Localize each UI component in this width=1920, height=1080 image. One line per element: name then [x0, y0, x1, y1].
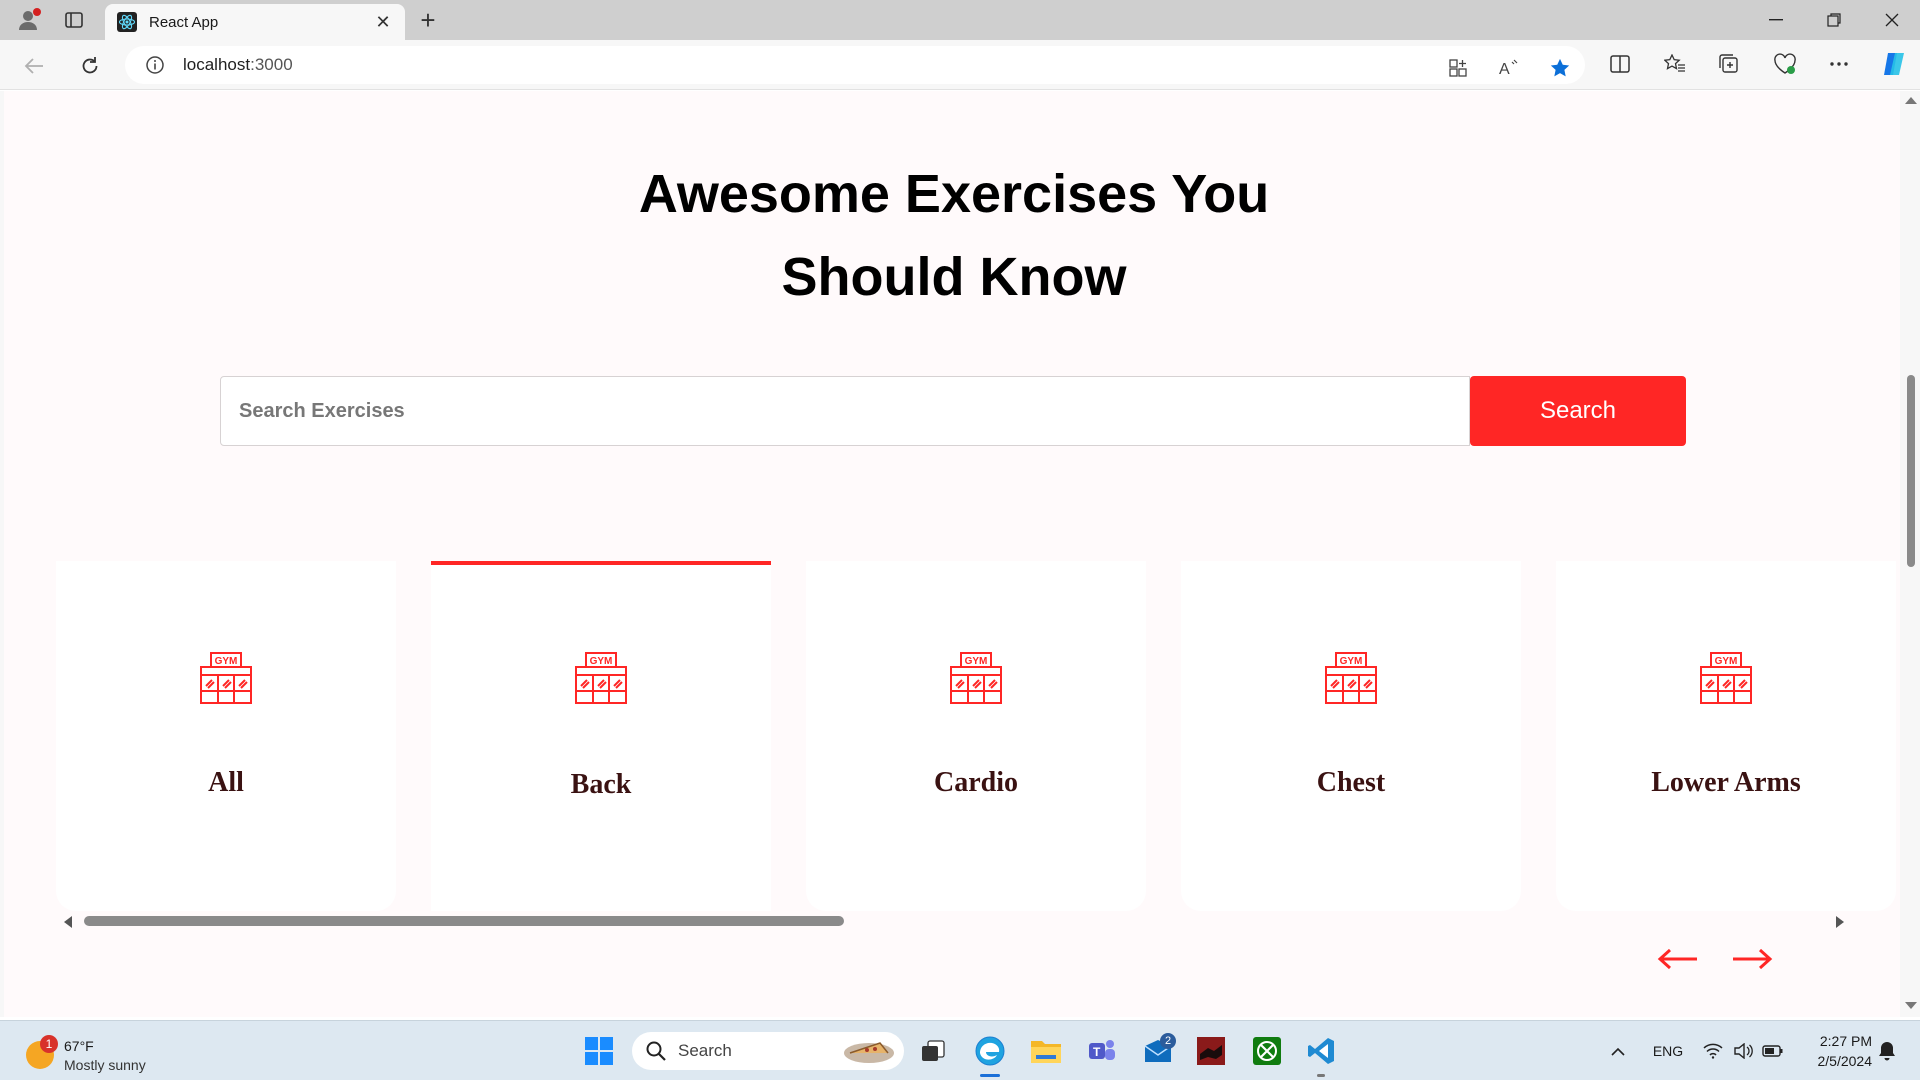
category-label: All: [208, 767, 244, 798]
gym-icon: GYM: [1324, 651, 1378, 705]
browser-essentials-icon[interactable]: [1771, 50, 1799, 78]
scroll-left-arrow-icon[interactable]: [64, 916, 72, 928]
system-clock[interactable]: 2:27 PM 2/5/2024: [1796, 1031, 1873, 1071]
copilot-icon[interactable]: [1878, 48, 1910, 80]
battery-icon[interactable]: [1760, 1031, 1786, 1071]
react-icon: [117, 12, 137, 32]
category-card-chest[interactable]: GYM Chest: [1181, 561, 1521, 911]
url-text: localhost:3000: [183, 55, 293, 75]
app-available-icon[interactable]: [1445, 55, 1471, 81]
more-options-icon[interactable]: [1825, 50, 1853, 78]
close-tab-icon[interactable]: ✕: [373, 12, 393, 32]
start-windows-icon[interactable]: [579, 1031, 619, 1071]
taskbar-search-icon: [646, 1041, 666, 1061]
address-toolbar: localhost:3000 A: [0, 40, 1920, 90]
read-aloud-icon[interactable]: A: [1497, 55, 1523, 81]
favorites-icon[interactable]: [1661, 50, 1689, 78]
carousel-right-arrow-icon[interactable]: [1728, 939, 1776, 979]
page-vertical-scrollbar[interactable]: [1900, 91, 1920, 1017]
gym-icon: GYM: [949, 651, 1003, 705]
weather-temp: 67°F: [64, 1038, 94, 1054]
restore-icon[interactable]: [1806, 0, 1862, 40]
url-port: :3000: [250, 55, 293, 74]
vertical-scrollbar-thumb[interactable]: [1907, 375, 1915, 567]
category-card-lower-arms[interactable]: GYM Lower Arms: [1556, 561, 1896, 911]
svg-text:GYM: GYM: [215, 656, 238, 667]
scroll-right-arrow-icon[interactable]: [1836, 916, 1844, 928]
task-view-icon[interactable]: [913, 1031, 953, 1071]
show-hidden-icons-chevron-icon[interactable]: [1604, 1031, 1632, 1071]
browser-titlebar: React App ✕ +: [0, 0, 1920, 40]
taskbar-search-label: Search: [678, 1041, 732, 1060]
file-explorer-icon[interactable]: [1026, 1031, 1066, 1071]
mail-icon[interactable]: 2: [1138, 1031, 1178, 1071]
category-label: Chest: [1316, 767, 1386, 798]
minimize-icon[interactable]: [1748, 0, 1804, 40]
windows-taskbar: 1 67°F Mostly sunny Search T 2 ENG 2:27 …: [0, 1020, 1920, 1080]
dark-app-icon[interactable]: [1191, 1031, 1231, 1071]
browser-tab[interactable]: React App ✕: [105, 4, 405, 40]
new-tab-icon[interactable]: +: [414, 5, 442, 35]
scroll-up-arrow-icon[interactable]: [1905, 97, 1917, 104]
mail-badge: 2: [1160, 1033, 1176, 1049]
xbox-icon[interactable]: [1247, 1031, 1287, 1071]
teams-icon[interactable]: T: [1082, 1031, 1122, 1071]
category-label: Lower Arms: [1651, 767, 1801, 798]
vscode-icon[interactable]: [1301, 1031, 1341, 1077]
close-window-icon[interactable]: [1864, 0, 1920, 40]
gym-icon: GYM: [574, 651, 628, 705]
category-card-all[interactable]: GYM All: [56, 561, 396, 911]
weather-desc: Mostly sunny: [64, 1057, 146, 1073]
svg-text:T: T: [1093, 1045, 1101, 1059]
edge-active-indicator: [980, 1074, 1000, 1077]
category-card-cardio[interactable]: GYM Cardio: [806, 561, 1146, 911]
url-bar[interactable]: localhost:3000 A: [125, 46, 1585, 84]
page-title-line-1: Awesome Exercises You: [638, 164, 1270, 224]
favorite-star-icon[interactable]: [1547, 55, 1573, 81]
scroll-down-arrow-icon[interactable]: [1905, 1002, 1917, 1009]
scrollbar-thumb[interactable]: [84, 916, 844, 926]
volume-icon[interactable]: [1730, 1031, 1756, 1071]
search-highlight-pie-icon: [842, 1037, 896, 1065]
profile-avatar-icon[interactable]: [12, 6, 44, 34]
url-host: localhost: [183, 55, 251, 74]
info-icon[interactable]: [145, 55, 165, 75]
category-card-back[interactable]: GYM Back: [431, 561, 771, 911]
notifications-bell-icon[interactable]: [1874, 1031, 1900, 1071]
svg-text:GYM: GYM: [1340, 656, 1363, 667]
refresh-icon[interactable]: [74, 50, 106, 82]
split-screen-icon[interactable]: [1606, 50, 1634, 78]
search-exercises-input[interactable]: [220, 376, 1470, 446]
body-part-carousel: GYM All GYM Back GYM Cardio GYM Chest GYM Lower A…: [56, 561, 1896, 916]
tab-actions-icon[interactable]: [60, 8, 88, 32]
collections-icon[interactable]: [1716, 50, 1744, 78]
svg-text:A: A: [1499, 61, 1510, 77]
category-label: Back: [570, 769, 632, 800]
edge-browser-icon[interactable]: [970, 1031, 1010, 1077]
carousel-horizontal-scrollbar[interactable]: [64, 912, 1844, 930]
tab-title: React App: [149, 13, 219, 31]
wifi-icon[interactable]: [1700, 1031, 1726, 1071]
gym-icon: GYM: [199, 651, 253, 705]
weather-widget[interactable]: 1 67°F Mostly sunny: [24, 1029, 184, 1073]
svg-text:GYM: GYM: [965, 656, 988, 667]
taskbar-search-box[interactable]: Search: [632, 1032, 904, 1070]
back-arrow-icon[interactable]: [18, 50, 50, 82]
profile-notification-dot: [33, 8, 41, 16]
weather-badge: 1: [40, 1035, 58, 1053]
page-title: Awesome Exercises You Should Know: [4, 153, 1900, 319]
svg-text:GYM: GYM: [590, 656, 613, 667]
clock-time: 2:27 PM: [1819, 1033, 1872, 1049]
carousel-left-arrow-icon[interactable]: [1654, 939, 1702, 979]
category-label: Cardio: [934, 767, 1018, 798]
gym-icon: GYM: [1699, 651, 1753, 705]
language-indicator[interactable]: ENG: [1648, 1031, 1688, 1071]
page-viewport: Awesome Exercises You Should Know Search…: [0, 91, 1900, 1017]
clock-date: 2/5/2024: [1817, 1053, 1873, 1069]
search-button[interactable]: Search: [1470, 376, 1686, 446]
page-title-line-2: Should Know: [781, 247, 1127, 307]
svg-text:GYM: GYM: [1715, 656, 1738, 667]
search-bar: Search: [220, 376, 1686, 446]
vscode-running-indicator: [1317, 1074, 1325, 1077]
